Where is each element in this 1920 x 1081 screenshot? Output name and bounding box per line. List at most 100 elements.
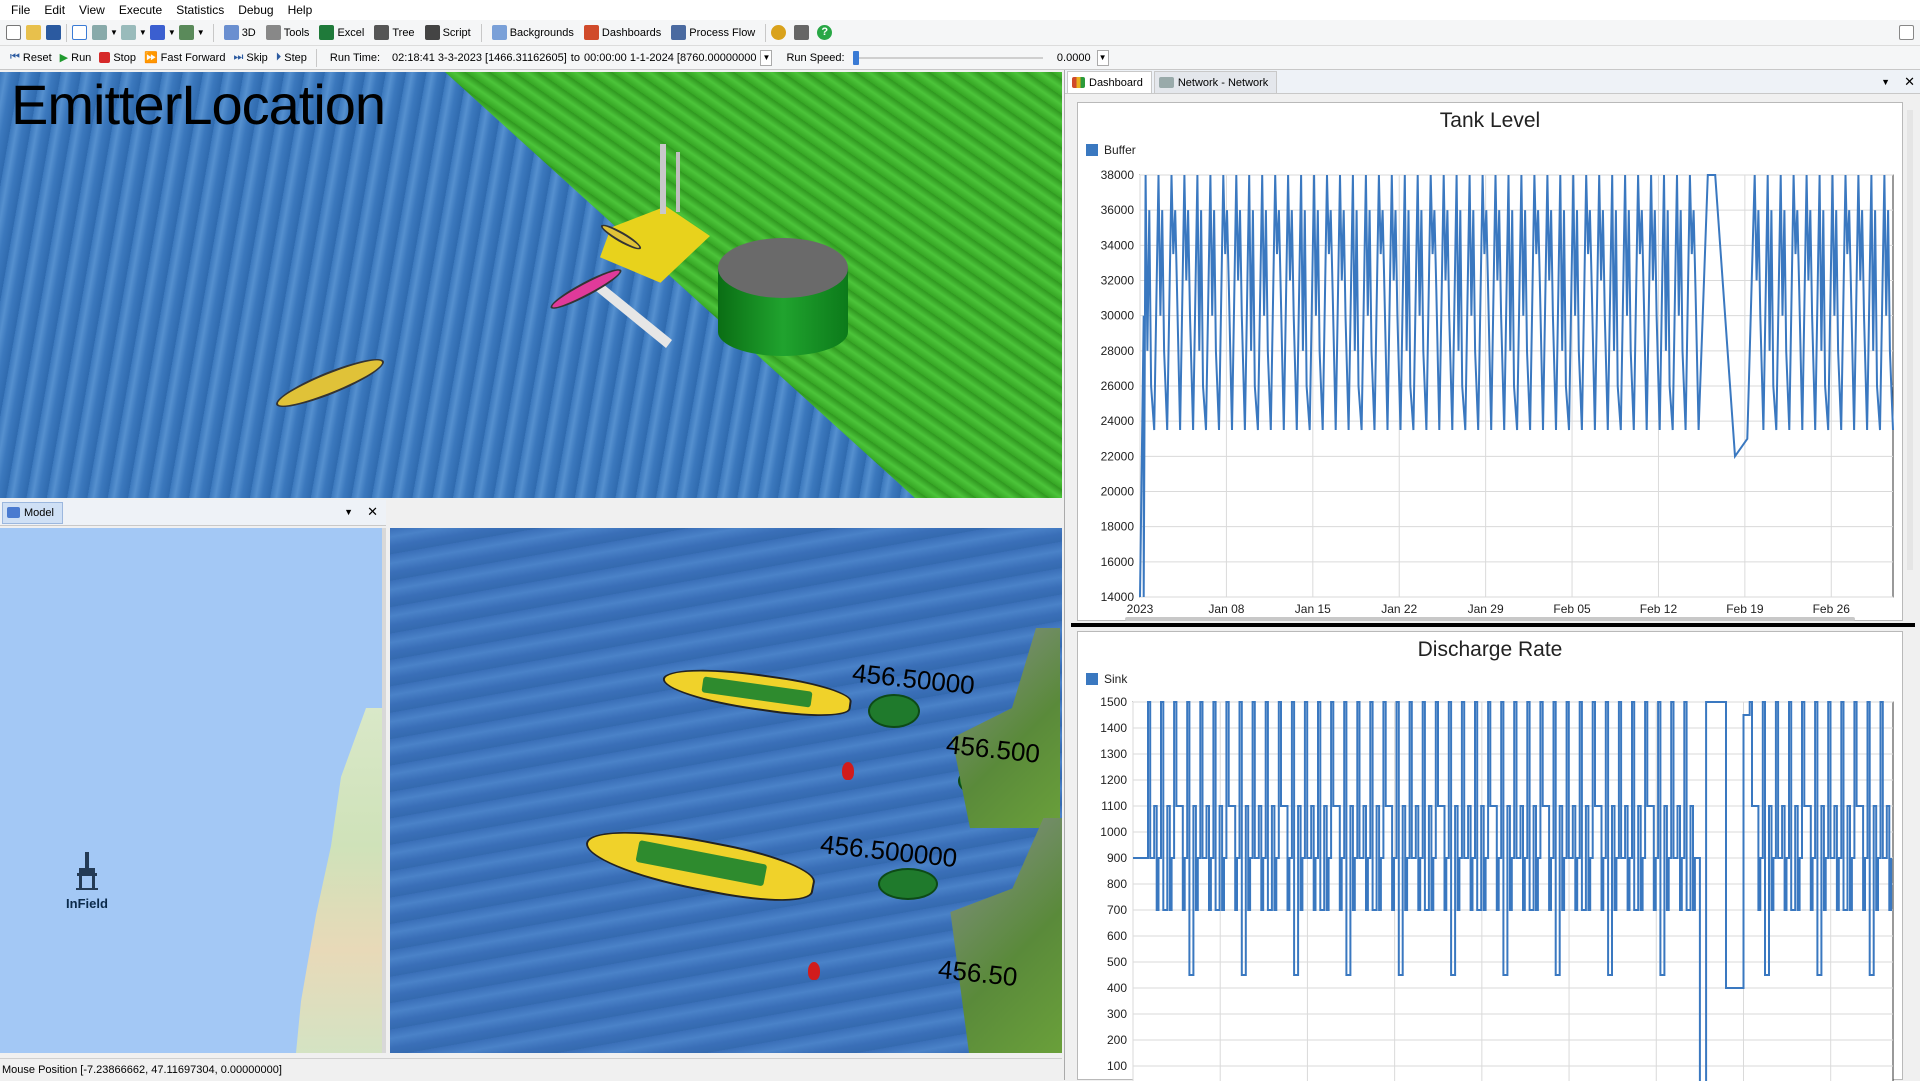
toolbar-separator [66,23,67,42]
tab-dashboard[interactable]: Dashboard [1067,71,1152,93]
connect-tool-icon[interactable] [92,25,107,40]
tanker-ship[interactable] [581,818,819,912]
y-tick-label: 26000 [1101,379,1135,393]
view-tool-icon[interactable] [178,25,194,40]
y-tick-label: 500 [1107,955,1127,969]
process-flow-button-label: Process Flow [689,26,756,39]
run-speed-label: Run Speed: [786,51,845,64]
tools-icon [265,25,281,40]
help-icon[interactable]: ? [817,25,833,40]
reset-button[interactable]: ⏮ Reset [6,47,56,69]
restore-window-icon[interactable] [1899,25,1914,40]
menu-file[interactable]: File [4,0,37,20]
storage-tank [718,238,848,356]
excel-button[interactable]: Excel [314,22,369,44]
chart-splitter[interactable] [1071,623,1915,627]
tank-level-chart[interactable]: Tank Level Buffer 14000 16000 18000 20000 22… [1077,102,1903,621]
y-tick-label: 1500 [1100,695,1127,709]
chevron-down-icon[interactable]: ▼ [110,28,118,37]
3d-view-berths[interactable]: 456.50000 456.500 456.500000 456.50 [390,528,1062,1053]
infield-label: InField [66,896,108,911]
x-tick-label: Jan 22 [1381,602,1417,616]
chevron-down-icon[interactable]: ▼ [139,28,147,37]
chevron-down-icon[interactable]: ▼ [168,28,176,37]
menu-execute[interactable]: Execute [112,0,169,20]
fast-forward-button[interactable]: ⏩ Fast Forward [140,47,230,69]
shape-tool-icon[interactable] [149,25,165,40]
tree-icon [374,25,390,40]
chevron-down-icon[interactable]: ▼ [344,504,353,520]
platform-mast [676,152,680,212]
discharge-rate-chart[interactable]: Discharge Rate Sink 100 200 300 400 500 600 70… [1077,631,1903,1081]
new-file-icon[interactable] [6,25,21,40]
y-tick-label: 800 [1107,877,1127,891]
tools-button[interactable]: Tools [261,22,315,44]
tank-level-plot: 1400016000180002000022000240002600028000… [1101,168,1894,616]
slider-thumb[interactable] [852,50,859,65]
3d-view-emitter[interactable]: EmitterLocation [0,72,1062,498]
berth-rate-label: 456.500000 [818,828,959,874]
berth-marker[interactable] [868,694,920,728]
script-button[interactable]: Script [420,22,476,44]
chevron-down-icon[interactable]: ▼ [1096,49,1109,66]
x-tick-label: Jan 08 [1208,602,1244,616]
chevron-down-icon[interactable]: ▼ [760,49,773,66]
y-tick-label: 22000 [1101,449,1135,463]
object-tool-icon[interactable] [120,25,136,40]
tab-dashboard-label: Dashboard [1089,76,1143,89]
excel-icon [319,25,335,40]
run-time-value: 02:18:41 3-3-2023 [1466.31162605] [392,51,567,64]
stop-button[interactable]: Stop [95,47,140,69]
tab-network[interactable]: Network - Network [1153,71,1278,93]
close-icon[interactable]: ✕ [367,504,378,520]
tab-model-label: Model [24,506,54,519]
tanker-ship[interactable] [660,660,854,724]
tab-model[interactable]: Model [2,501,63,524]
view-title: EmitterLocation [11,73,386,136]
menu-debug[interactable]: Debug [231,0,280,20]
step-label: Step [284,51,307,64]
y-tick-label: 1200 [1100,773,1127,787]
ship-deck [635,840,768,887]
backgrounds-button[interactable]: Backgrounds [487,22,579,44]
x-tick-label: Feb 05 [1553,602,1591,616]
select-pointer-icon[interactable] [72,25,87,40]
chart-scrollbar[interactable] [1125,617,1855,621]
menu-help[interactable]: Help [281,0,320,20]
map-view[interactable]: InField [0,528,386,1053]
chevron-down-icon[interactable]: ▼ [1881,74,1890,90]
stop-time-value[interactable]: 00:00:00 1-1-2024 [8760.00000000 [584,52,757,64]
grid-3d-icon [223,25,239,40]
tree-button[interactable]: Tree [369,22,419,44]
network-icon[interactable] [794,25,810,40]
ship-deck [701,676,813,708]
y-tick-label: 34000 [1101,238,1135,252]
menu-edit[interactable]: Edit [37,0,72,20]
tab-network-label: Network - Network [1177,76,1269,89]
y-tick-label: 200 [1107,1033,1127,1047]
save-icon[interactable] [46,25,61,40]
infield-object[interactable]: InField [60,850,114,912]
menu-statistics[interactable]: Statistics [169,0,231,20]
skip-button[interactable]: ⏭ Skip [229,47,271,69]
tools-button-label: Tools [283,26,310,39]
menu-view[interactable]: View [72,0,112,20]
3d-button-label: 3D [241,26,256,39]
gear-icon[interactable] [771,25,787,40]
dashboard-scrollbar[interactable] [1907,110,1913,570]
chevron-down-icon[interactable]: ▼ [197,28,205,37]
3d-button[interactable]: 3D [219,22,261,44]
dashboards-button[interactable]: Dashboards [579,22,666,44]
run-button[interactable]: ▶ Run [56,47,96,69]
step-button[interactable]: ⏵ Step [272,47,311,69]
reset-label: Reset [22,51,52,64]
y-tick-label: 1100 [1101,799,1127,813]
open-folder-icon[interactable] [26,25,41,40]
berth-marker[interactable] [878,868,938,900]
loading-crane [952,628,1060,828]
y-tick-label: 18000 [1101,520,1135,534]
run-speed-slider[interactable] [852,50,1043,65]
process-flow-button[interactable]: Process Flow [666,22,760,44]
close-icon[interactable]: ✕ [1904,74,1915,90]
y-tick-label: 900 [1107,851,1127,865]
